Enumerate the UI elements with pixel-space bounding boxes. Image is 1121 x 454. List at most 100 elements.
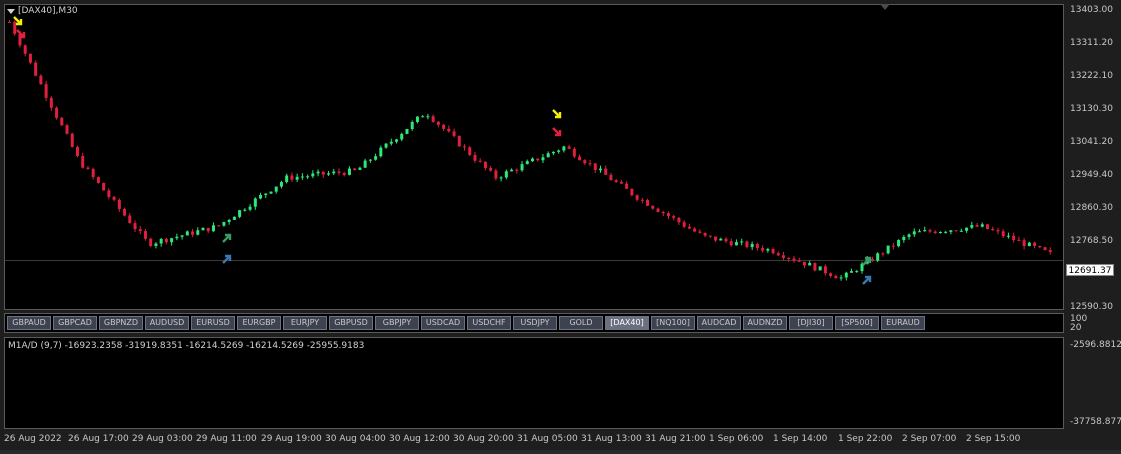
symbol-button-usdcad[interactable]: USDCAD — [421, 316, 465, 330]
candle-body — [844, 272, 848, 278]
candle-body — [81, 155, 85, 168]
candle-body — [525, 161, 529, 165]
time-axis-label: 29 Aug 03:00 — [132, 434, 193, 444]
candle-body — [870, 259, 874, 261]
time-axis-label: 1 Sep 22:00 — [838, 434, 893, 444]
candle-body — [400, 133, 404, 140]
symbol-button-audnzd[interactable]: AUDNZD — [743, 316, 787, 330]
time-axis-label: 1 Sep 06:00 — [709, 434, 764, 444]
symbol-button-gbpcad[interactable]: GBPCAD — [53, 316, 97, 330]
candle-body — [541, 157, 545, 161]
symbol-button-audcad[interactable]: AUDCAD — [697, 316, 741, 330]
candle-body — [923, 230, 927, 232]
candle-body — [285, 175, 289, 183]
symbol-button-gold[interactable]: GOLD — [559, 316, 603, 330]
candle-body — [23, 45, 27, 54]
time-axis-label: 30 Aug 12:00 — [389, 434, 450, 444]
symbol-button-dji30[interactable]: [DJI30] — [789, 316, 833, 330]
candle-body — [834, 276, 838, 279]
symbol-button-gbpaud[interactable]: GBPAUD — [7, 316, 51, 330]
candle-body — [112, 196, 116, 200]
candle-body — [625, 183, 629, 189]
sell-signal-arrow-icon — [552, 127, 562, 137]
symbol-button-gbpjpy[interactable]: GBPJPY — [375, 316, 419, 330]
candle-body — [724, 238, 728, 242]
candle-body — [70, 133, 74, 147]
symbol-button-usdchf[interactable]: USDCHF — [467, 316, 511, 330]
symbol-button-eurgbp[interactable]: EURGBP — [237, 316, 281, 330]
candle-body — [274, 186, 278, 192]
candle-body — [938, 231, 942, 234]
bottom-scrollbar[interactable] — [0, 450, 1121, 454]
candle-body — [170, 238, 174, 243]
candle-body — [306, 176, 310, 178]
candle-body — [855, 271, 859, 273]
candle-body — [39, 75, 43, 85]
candle-body — [687, 226, 691, 229]
candle-body — [520, 164, 524, 171]
candle-body — [583, 160, 587, 164]
candle-body — [776, 253, 780, 256]
candle-body — [980, 224, 984, 227]
symbol-button-gbpusd[interactable]: GBPUSD — [329, 316, 373, 330]
candle-body — [279, 182, 283, 187]
candle-body — [253, 198, 257, 207]
candle-body — [431, 116, 435, 122]
candle-body — [949, 230, 953, 232]
symbol-button-nq100[interactable]: [NQ100] — [651, 316, 695, 330]
candle-body — [677, 217, 681, 223]
candle-body — [191, 231, 195, 235]
candle-body — [211, 225, 215, 232]
candle-body — [912, 231, 916, 235]
candle-body — [850, 271, 854, 273]
candle-body — [44, 84, 48, 98]
candle-body — [604, 168, 608, 175]
candle-body — [719, 238, 723, 241]
price-axis-label: 13311.20 — [1070, 38, 1113, 48]
buy-signal-arrow-icon — [862, 275, 872, 285]
candle-body — [457, 135, 461, 147]
candle-body — [368, 159, 372, 161]
time-axis-label: 26 Aug 2022 — [4, 434, 62, 444]
candle-body — [133, 223, 137, 230]
candle-body — [91, 168, 95, 177]
candle-body — [954, 230, 958, 232]
symbol-button-audusd[interactable]: AUDUSD — [145, 316, 189, 330]
candle-body — [572, 148, 576, 157]
candle-body — [802, 261, 806, 266]
symbol-button-euraud[interactable]: EURAUD — [881, 316, 925, 330]
candle-body — [222, 221, 226, 226]
candle-body — [316, 171, 320, 174]
candle-body — [384, 143, 388, 148]
symbol-button-eurusd[interactable]: EURUSD — [191, 316, 235, 330]
candle-body — [614, 180, 618, 182]
time-axis-label: 1 Sep 14:00 — [773, 434, 828, 444]
candle-body — [714, 236, 718, 241]
candle-body — [661, 211, 665, 214]
candle-body — [562, 146, 566, 151]
price-axis-label: 12768.50 — [1070, 236, 1113, 246]
candle-body — [342, 172, 346, 175]
candle-body — [395, 139, 399, 142]
symbol-button-usdjpy[interactable]: USDJPY — [513, 316, 557, 330]
candle-body — [379, 147, 383, 157]
candle-body — [881, 253, 885, 255]
candle-body — [201, 227, 205, 231]
price-axis-label: 12860.30 — [1070, 203, 1113, 213]
candle-body — [1043, 247, 1047, 251]
candle-body — [965, 227, 969, 231]
candle-body — [959, 230, 963, 232]
candle-body — [164, 238, 168, 243]
candle-body — [551, 151, 555, 154]
candle-body — [49, 97, 53, 108]
symbol-button-dax40[interactable]: [DAX40] — [605, 316, 649, 330]
symbol-button-gbpnzd[interactable]: GBPNZD — [99, 316, 143, 330]
time-axis-label: 31 Aug 13:00 — [581, 434, 642, 444]
candle-body — [928, 230, 932, 232]
symbol-button-sp500[interactable]: [SP500] — [835, 316, 879, 330]
candle-body — [60, 117, 64, 126]
candle-body — [65, 125, 69, 134]
symbol-button-eurjpy[interactable]: EURJPY — [283, 316, 327, 330]
candle-body — [489, 167, 493, 171]
candle-body — [452, 131, 456, 136]
